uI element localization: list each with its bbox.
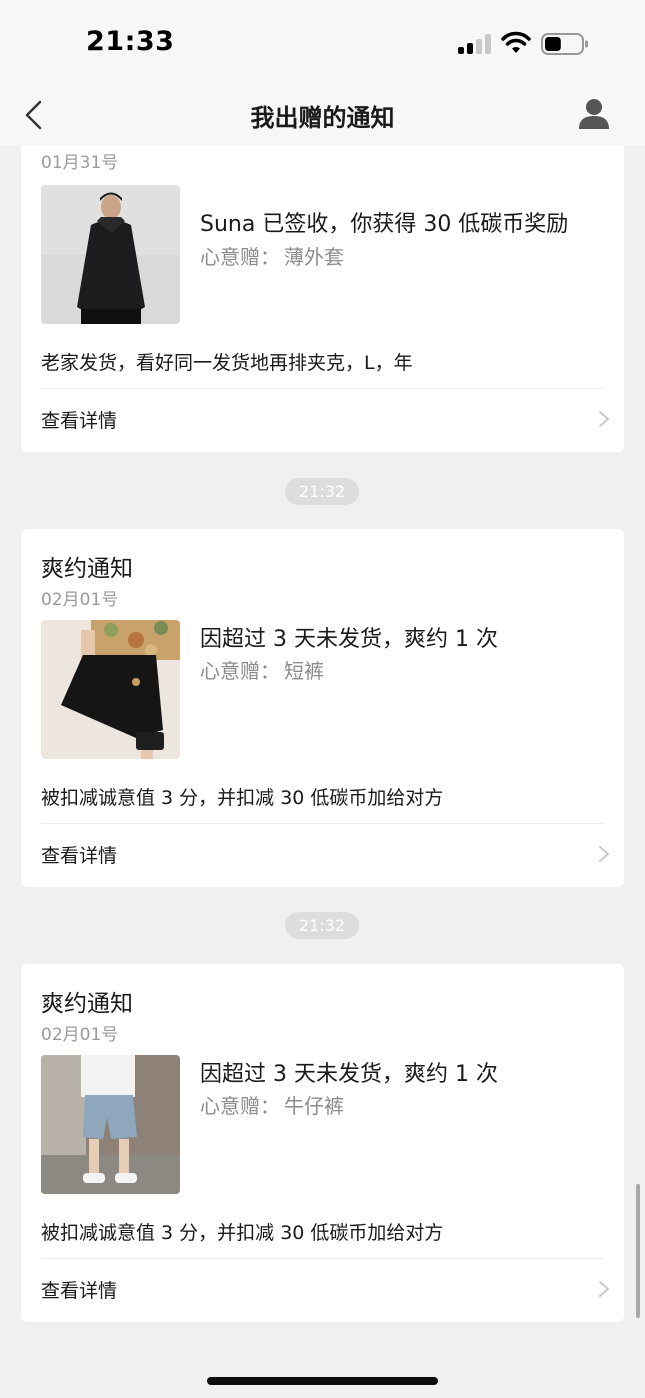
product-image [41,620,180,759]
gift-line: 心意赠： 薄外套 [200,241,344,270]
status-time: 21:33 [86,26,175,57]
user-icon[interactable] [576,96,612,132]
chevron-right-icon [599,411,610,427]
chevron-right-icon [599,846,610,862]
screen: 21:33 我出赠的通知 01月31号 Suna 已签收，你获得 30 低碳币奖… [0,0,645,1398]
battery-icon [541,33,588,55]
wifi-icon [501,31,531,53]
product-image [41,1055,180,1194]
gift-item: 薄外套 [284,245,344,269]
page-title: 我出赠的通知 [250,104,395,132]
timestamp-pill: 21:32 [285,912,359,939]
notification-card: 爽约通知 02月01号 因超过 3 天未发货，爽约 1 次 心意赠： 短裤 被扣… [21,529,624,887]
gift-line: 心意赠： 短裤 [200,655,324,684]
notification-description: 被扣减诚意值 3 分，并扣减 30 低碳币加给对方 [41,787,444,809]
divider [41,1258,604,1259]
view-details-label: 查看详情 [41,845,118,867]
notification-title: 爽约通知 [41,556,133,582]
gift-line: 心意赠： 牛仔裤 [200,1090,344,1119]
nav-bar: 我出赠的通知 [0,88,645,146]
notification-headline: 因超过 3 天未发货，爽约 1 次 [200,1062,498,1087]
home-indicator[interactable] [207,1377,438,1385]
notification-description: 被扣减诚意值 3 分，并扣减 30 低碳币加给对方 [41,1222,444,1244]
view-details-label: 查看详情 [41,1280,118,1302]
view-details-button[interactable]: 查看详情 [41,396,610,440]
scrollbar[interactable] [636,1184,640,1318]
product-image [41,185,180,324]
view-details-button[interactable]: 查看详情 [41,1266,610,1310]
notification-date: 01月31号 [41,153,119,173]
notification-card: 01月31号 Suna 已签收，你获得 30 低碳币奖励 心意赠： 薄外套 老家… [21,146,624,452]
notification-headline: Suna 已签收，你获得 30 低碳币奖励 [200,212,569,237]
notification-title: 爽约通知 [41,991,133,1017]
chevron-right-icon [599,1281,610,1297]
gift-item: 牛仔裤 [284,1094,344,1118]
gift-label: 心意赠： [200,245,280,269]
notification-headline: 因超过 3 天未发货，爽约 1 次 [200,627,498,652]
gift-label: 心意赠： [200,1094,280,1118]
notification-card: 爽约通知 02月01号 因超过 3 天未发货，爽约 1 次 心意赠： 牛仔裤 被… [21,964,624,1322]
view-details-label: 查看详情 [41,410,118,432]
notification-date: 02月01号 [41,590,119,610]
cellular-signal-icon [458,34,492,54]
gift-label: 心意赠： [200,659,280,683]
notification-list[interactable]: 01月31号 Suna 已签收，你获得 30 低碳币奖励 心意赠： 薄外套 老家… [0,146,645,1398]
timestamp-pill: 21:32 [285,478,359,505]
notification-date: 02月01号 [41,1025,119,1045]
gift-item: 短裤 [284,659,324,683]
status-bar: 21:33 [0,0,645,88]
divider [41,388,604,389]
notification-description: 老家发货，看好同一发货地再排夹克，L，年 [41,352,413,374]
view-details-button[interactable]: 查看详情 [41,831,610,875]
divider [41,823,604,824]
